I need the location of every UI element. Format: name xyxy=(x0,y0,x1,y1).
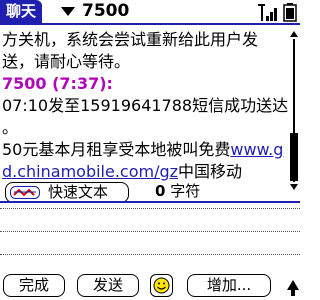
done-button[interactable]: 完成 xyxy=(3,274,65,297)
message-sender: 7500 (7:37): xyxy=(2,74,113,93)
message-link[interactable]: www.g xyxy=(230,140,283,159)
app-title[interactable]: 聊天 xyxy=(0,0,43,23)
message-line: 送，请耐心等待。 xyxy=(2,52,131,71)
quick-text-icon xyxy=(10,186,40,199)
input-rule xyxy=(0,208,300,209)
message-line: 07:10发至15919641788短信成功送达 xyxy=(2,96,288,115)
scroll-thumb[interactable] xyxy=(290,133,298,181)
header-divider xyxy=(0,23,300,25)
message-text: 中国移动 xyxy=(178,162,243,181)
chevron-down-icon[interactable] xyxy=(61,7,75,16)
character-count: 0 字符 xyxy=(155,182,200,201)
compose-divider xyxy=(0,201,300,203)
arrow-up-stem xyxy=(291,289,295,296)
quick-text-label: 快速文本 xyxy=(48,183,109,201)
contact-selector[interactable]: 7500 xyxy=(82,0,129,23)
scroll-up-icon[interactable] xyxy=(290,31,298,37)
input-rule xyxy=(0,254,300,255)
message-link[interactable]: d.chinamobile.com/gz xyxy=(2,162,178,181)
header-bar: 聊天 7500 xyxy=(0,0,300,27)
smiley-icon xyxy=(153,277,170,294)
message-line: 方关机，系统会尝试重新给此用户发 xyxy=(2,30,259,49)
quick-text-button[interactable]: 快速文本 xyxy=(5,182,129,203)
message-scrollbar[interactable] xyxy=(289,31,299,190)
character-count-value: 0 xyxy=(155,182,166,200)
signal-strength-icon xyxy=(258,4,277,21)
message-line: 50元基本月租享受本地被叫免费www.g xyxy=(2,138,283,162)
input-rule xyxy=(0,231,300,232)
add-button[interactable]: 增加... xyxy=(187,274,271,297)
message-line: d.chinamobile.com/gz中国移动 xyxy=(2,160,242,184)
message-input[interactable] xyxy=(0,208,300,268)
message-line: 。 xyxy=(2,118,19,137)
send-button[interactable]: 发送 xyxy=(77,274,139,297)
message-history[interactable]: 方关机，系统会尝试重新给此用户发 送，请耐心等待。 7500 (7:37): 0… xyxy=(0,28,288,190)
battery-icon xyxy=(283,3,297,22)
emoticon-button[interactable] xyxy=(150,274,173,297)
character-count-unit: 字符 xyxy=(170,182,201,200)
scroll-down-icon[interactable] xyxy=(290,184,298,190)
message-text: 50元基本月租享受本地被叫免费 xyxy=(2,140,231,159)
